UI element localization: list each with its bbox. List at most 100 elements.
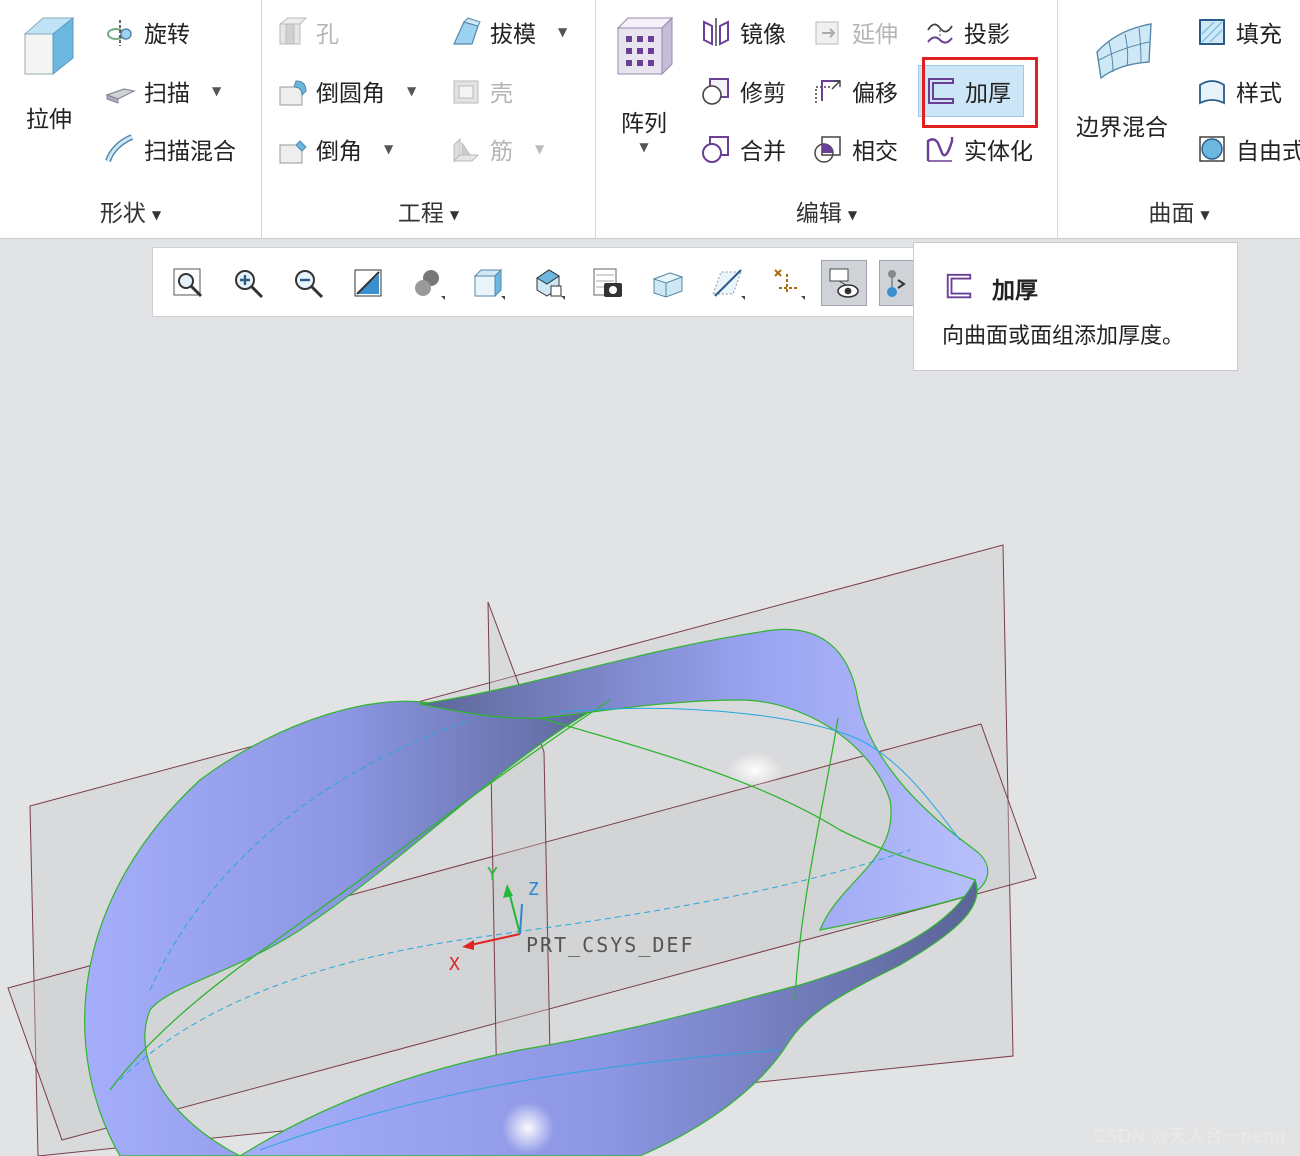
offset-label: 偏移 (852, 81, 898, 107)
pattern-button[interactable]: 阵列 ▼ (608, 14, 680, 154)
draft-icon (453, 17, 481, 45)
merge-button[interactable]: 合并 (700, 129, 786, 169)
zoom-out-button[interactable] (285, 260, 331, 306)
surfaces-group-title: 曲面 (1148, 201, 1195, 227)
solidify-label: 实体化 (964, 139, 1033, 165)
fill-button[interactable]: 填充 (1196, 12, 1282, 52)
chevron-down-icon: ▼ (151, 207, 162, 222)
group-label-shape[interactable]: 形状 ▼ (0, 194, 261, 228)
section-icon (712, 269, 745, 300)
draft-button[interactable]: 拔模 ▼ (450, 12, 567, 52)
chevron-down-icon: ▼ (847, 207, 858, 222)
swept-blend-icon (105, 134, 134, 163)
zoom-in-button[interactable] (225, 260, 271, 306)
rib-label: 筋 (490, 139, 513, 165)
spin-center-icon (887, 270, 906, 297)
hole-label: 孔 (316, 22, 339, 48)
shell-icon (453, 80, 479, 104)
solidify-button[interactable]: 实体化 (924, 129, 1033, 169)
chamfer-icon (279, 140, 307, 164)
extend-label: 延伸 (852, 22, 898, 48)
extend-icon (815, 21, 839, 45)
thicken-tooltip: 加厚 向曲面或面组添加厚度。 (913, 242, 1238, 371)
camera-icon (593, 268, 622, 297)
trim-button[interactable]: 修剪 (700, 71, 786, 111)
round-label: 倒圆角 (316, 81, 385, 107)
section-button[interactable] (705, 260, 751, 306)
tooltip-title: 加厚 (992, 278, 1038, 304)
intersect-button[interactable]: 相交 (812, 129, 898, 169)
draft-dropdown-icon[interactable]: ▼ (558, 25, 567, 39)
repaint-button[interactable] (345, 260, 391, 306)
shell-button[interactable]: 壳 (450, 71, 513, 111)
merge-icon (702, 136, 729, 163)
mirror-button[interactable]: 镜像 (700, 12, 786, 52)
mirror-icon (703, 18, 729, 46)
solidify-icon (926, 137, 954, 162)
zoom-in-icon (235, 270, 264, 299)
project-button[interactable]: 投影 (924, 12, 1010, 52)
csys-z-label: Z (528, 879, 539, 900)
freestyle-button[interactable]: 自由式 (1196, 129, 1300, 169)
group-label-editing[interactable]: 编辑 ▼ (596, 194, 1057, 228)
boundary-blend-button[interactable]: 边界混合 (1072, 12, 1172, 142)
display-style-icon (415, 270, 445, 300)
hole-icon (278, 17, 308, 45)
pattern-label: 阵列 (621, 111, 667, 137)
offset-icon (815, 80, 841, 103)
chamfer-label: 倒角 (316, 139, 362, 165)
graphics-toolbar (152, 247, 922, 317)
sweep-dropdown-icon[interactable]: ▼ (212, 84, 221, 98)
fill-icon (1199, 19, 1225, 45)
shell-label: 壳 (490, 81, 513, 107)
datum-display-button[interactable] (765, 260, 811, 306)
pattern-dropdown-icon[interactable]: ▼ (608, 140, 680, 154)
appearance-gallery-button[interactable] (585, 260, 631, 306)
offset-button[interactable]: 偏移 (812, 71, 898, 111)
ribbon: 拉伸 旋转 扫描 ▼ 扫描混合 形状 ▼ 孔 拔模 ▼ 倒圆角 ▼ 壳 倒角 ▼… (0, 0, 1300, 239)
intersect-icon (814, 136, 841, 163)
specular-highlight (727, 752, 783, 788)
saved-orientations-button[interactable] (465, 260, 511, 306)
chamfer-button[interactable]: 倒角 ▼ (276, 129, 393, 169)
thicken-icon (946, 273, 972, 299)
display-style-button[interactable] (405, 260, 451, 306)
style-label: 样式 (1236, 81, 1282, 107)
round-button[interactable]: 倒圆角 ▼ (276, 71, 416, 111)
csys-name-label: PRT_CSYS_DEF (526, 933, 695, 957)
round-dropdown-icon[interactable]: ▼ (407, 84, 416, 98)
rib-dropdown-icon[interactable]: ▼ (535, 142, 544, 156)
pattern-icon (616, 16, 674, 76)
project-label: 投影 (964, 22, 1010, 48)
boundary-blend-label: 边界混合 (1076, 115, 1168, 141)
group-surfaces: 边界混合 填充 样式 自由式 曲面 ▼ (1058, 0, 1300, 238)
group-shape: 拉伸 旋转 扫描 ▼ 扫描混合 形状 ▼ (0, 0, 262, 238)
group-label-engineering[interactable]: 工程 ▼ (262, 194, 595, 228)
view-manager-button[interactable] (525, 260, 571, 306)
perspective-icon (652, 272, 684, 298)
extend-button[interactable]: 延伸 (812, 12, 898, 52)
swept-blend-label: 扫描混合 (144, 139, 236, 165)
perspective-view-button[interactable] (645, 260, 691, 306)
chevron-down-icon: ▼ (1200, 207, 1210, 222)
annotation-display-button[interactable] (821, 260, 867, 306)
watermark: CSDN @天人合一peng (1093, 1126, 1286, 1147)
refit-button[interactable] (165, 260, 211, 306)
extrude-label: 拉伸 (26, 107, 72, 133)
model-viewport[interactable]: X Y Z PRT_CSYS_DEF (0, 320, 1300, 1156)
spin-center-button[interactable] (879, 260, 915, 306)
sweep-button[interactable]: 扫描 ▼ (104, 71, 221, 111)
chamfer-dropdown-icon[interactable]: ▼ (384, 142, 393, 156)
tooltip-description: 向曲面或面组添加厚度。 (942, 324, 1185, 349)
swept-blend-button[interactable]: 扫描混合 (104, 129, 236, 169)
saved-orientations-icon (473, 268, 505, 300)
revolve-icon (107, 20, 132, 46)
extrude-button[interactable]: 拉伸 (10, 12, 88, 134)
revolve-button[interactable]: 旋转 (104, 12, 190, 52)
chevron-down-icon: ▼ (449, 207, 460, 222)
group-label-surfaces[interactable]: 曲面 ▼ (1058, 194, 1300, 228)
rib-icon (452, 137, 480, 163)
hole-button[interactable]: 孔 (276, 12, 339, 52)
rib-button[interactable]: 筋 ▼ (450, 129, 544, 169)
style-button[interactable]: 样式 (1196, 71, 1282, 111)
